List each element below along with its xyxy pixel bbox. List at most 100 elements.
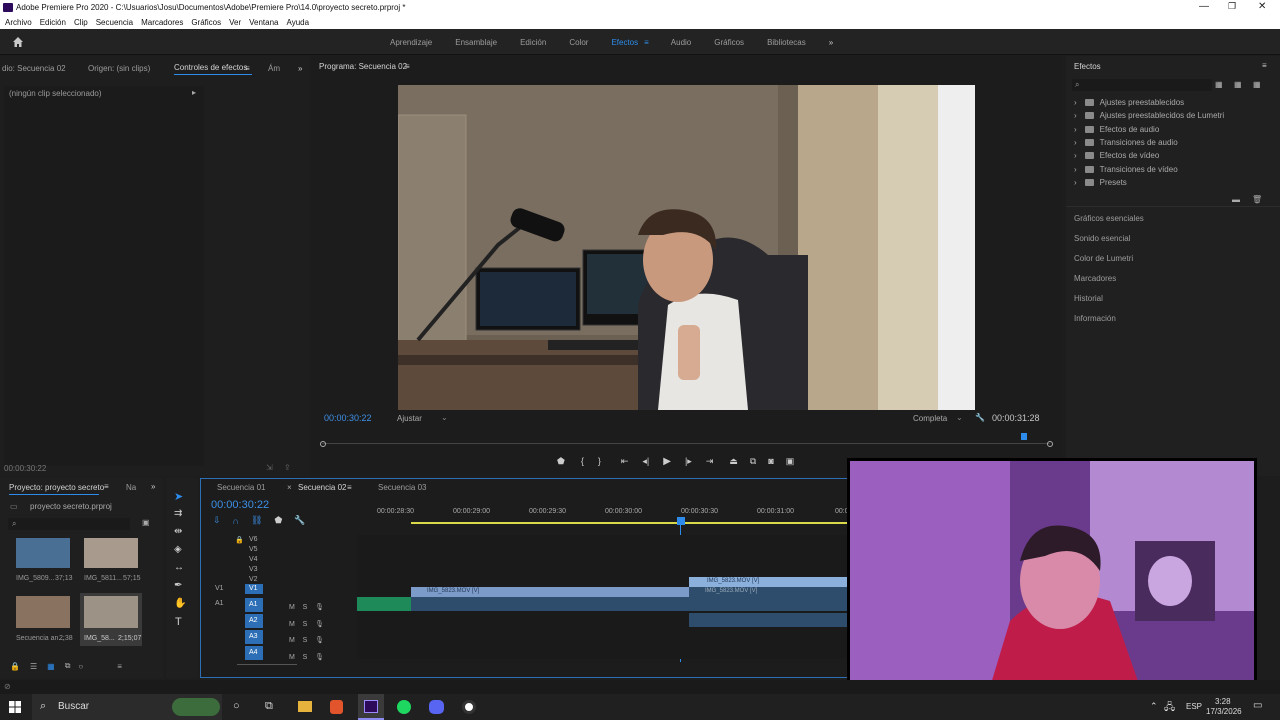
project-tab[interactable]: Proyecto: proyecto secreto xyxy=(9,483,104,494)
program-playhead[interactable] xyxy=(1021,433,1027,440)
brave-icon[interactable] xyxy=(330,700,343,714)
quality-chevron-icon[interactable]: ⌄ xyxy=(956,413,963,422)
file-explorer-icon[interactable] xyxy=(298,701,312,712)
close-tab-icon[interactable]: × xyxy=(287,483,292,492)
section-essential-graphics[interactable]: Gráficos esenciales xyxy=(1074,214,1144,223)
timeline-settings-icon[interactable]: 🔧 xyxy=(294,515,305,526)
work-area-bar[interactable] xyxy=(411,522,851,524)
program-timecode-current[interactable]: 00:00:30:22 xyxy=(324,413,372,423)
clock-time[interactable]: 3:28 xyxy=(1215,697,1231,706)
play-icon[interactable]: ▶ xyxy=(663,456,671,467)
tray-chevron-icon[interactable]: ⌃ xyxy=(1150,701,1158,712)
project-more-icon[interactable]: » xyxy=(151,482,155,491)
menu-archivo[interactable]: Archivo xyxy=(5,18,32,27)
selection-tool-icon[interactable]: ➤ xyxy=(174,490,183,503)
menu-ver[interactable]: Ver xyxy=(229,18,241,27)
ws-aprendizaje[interactable]: Aprendizaje xyxy=(390,38,432,47)
nest-icon[interactable]: ⇩ xyxy=(213,515,221,526)
effects-menu-icon[interactable]: ≡ xyxy=(1262,61,1267,70)
mute-button[interactable]: M xyxy=(289,621,295,628)
scrubber-start-handle[interactable] xyxy=(320,441,326,447)
icon-view-icon[interactable]: ▦ xyxy=(47,662,55,671)
mic-icon[interactable]: 🎙 xyxy=(315,654,324,661)
track-target-a2[interactable]: A2 xyxy=(245,614,263,628)
clip-thumbnail[interactable] xyxy=(16,538,70,568)
freeform-view-icon[interactable]: ⧉ xyxy=(65,661,71,671)
filter-icon[interactable]: ⇲ xyxy=(266,463,273,472)
fx-folder-lumetri[interactable]: › Ajustes preestablecidos de Lumetri xyxy=(1074,109,1224,122)
tab-source[interactable]: Origen: (sin clips) xyxy=(88,64,150,73)
sort-icon[interactable]: ≡ xyxy=(117,662,122,671)
new-bin-icon[interactable]: ▬ xyxy=(1232,195,1240,204)
mute-button[interactable]: M xyxy=(289,604,295,611)
section-markers[interactable]: Marcadores xyxy=(1074,274,1116,283)
fit-chevron-icon[interactable]: ⌄ xyxy=(441,413,448,422)
ripple-edit-tool-icon[interactable]: ⇹ xyxy=(174,526,182,537)
go-to-out-icon[interactable]: ⇥ xyxy=(706,456,714,467)
scrubber-end-handle[interactable] xyxy=(1047,441,1053,447)
snap-icon[interactable]: ∩ xyxy=(233,516,239,526)
menu-graficos[interactable]: Gráficos xyxy=(191,18,221,27)
ws-efectos[interactable]: Efectos xyxy=(611,38,638,47)
timeline-zoom-bar[interactable] xyxy=(237,664,297,665)
pen-tool-icon[interactable]: ✒ xyxy=(174,580,182,591)
compare-icon[interactable]: ▣ xyxy=(786,456,795,467)
mark-out-icon[interactable]: } xyxy=(598,456,601,466)
quality-select[interactable]: Completa xyxy=(913,414,947,423)
time-ruler[interactable]: 00:00:28:30 00:00:29:00 00:00:29:30 00:0… xyxy=(357,505,851,525)
section-history[interactable]: Historial xyxy=(1074,294,1103,303)
ws-graficos[interactable]: Gráficos xyxy=(714,38,744,47)
hand-tool-icon[interactable]: ✋ xyxy=(174,598,186,609)
network-icon[interactable]: 🖧 xyxy=(1164,700,1175,717)
32bit-effects-icon[interactable]: ▦ xyxy=(1234,80,1242,89)
fit-select[interactable]: Ajustar xyxy=(397,414,422,423)
fx-folder-user-presets[interactable]: › Presets xyxy=(1074,176,1127,189)
lock-icon[interactable]: 🔒 xyxy=(10,662,20,671)
premiere-taskbar-button[interactable] xyxy=(358,694,384,720)
timeline-menu-icon[interactable]: ≡ xyxy=(347,483,352,492)
obs-icon[interactable] xyxy=(462,700,476,714)
lift-icon[interactable]: ⏏ xyxy=(729,456,738,467)
solo-button[interactable]: S xyxy=(303,621,308,628)
solo-button[interactable]: S xyxy=(303,637,308,644)
tab-audio-mixer[interactable]: dio: Secuencia 02 xyxy=(2,64,66,73)
ws-ensamblaje[interactable]: Ensamblaje xyxy=(455,38,497,47)
accelerated-effects-icon[interactable]: ▦ xyxy=(1215,80,1223,89)
step-back-icon[interactable]: ◂| xyxy=(642,456,649,467)
type-tool-icon[interactable]: T xyxy=(175,616,182,628)
add-marker-icon[interactable]: ⬟ xyxy=(557,456,565,467)
fx-folder-video-transitions[interactable]: › Transiciones de vídeo xyxy=(1074,163,1178,176)
track-target-v1[interactable]: V1 xyxy=(245,584,263,594)
menu-edicion[interactable]: Edición xyxy=(40,18,66,27)
spotify-icon[interactable] xyxy=(397,700,411,714)
selected-clip-card[interactable]: IMG_58... 2;15;07 xyxy=(80,593,142,646)
section-lumetri-color[interactable]: Color de Lumetri xyxy=(1074,254,1133,263)
timeline-timecode[interactable]: 00:00:30:22 xyxy=(211,499,269,511)
export-frame-icon[interactable]: ◙ xyxy=(768,456,773,466)
discord-icon[interactable] xyxy=(429,700,444,714)
tab-secuencia-01[interactable]: Secuencia 01 xyxy=(217,483,265,492)
add-marker-icon[interactable]: ⬟ xyxy=(274,515,282,526)
project-search-input[interactable]: ⌕ xyxy=(8,518,130,530)
program-tab[interactable]: Programa: Secuencia 02 xyxy=(319,62,407,73)
track-target-a1[interactable]: A1 xyxy=(245,598,263,612)
track-target-a4[interactable]: A4 xyxy=(245,646,263,660)
settings-wrench-icon[interactable]: 🔧 xyxy=(975,413,985,422)
home-icon[interactable] xyxy=(12,36,24,48)
new-bin-icon[interactable]: ▣ xyxy=(142,518,150,527)
delete-icon[interactable]: 🗑 xyxy=(1252,195,1262,204)
fx-folder-presets[interactable]: › Ajustes preestablecidos xyxy=(1074,96,1184,109)
audio-clip[interactable] xyxy=(411,597,691,611)
mark-in-icon[interactable]: { xyxy=(581,456,584,466)
mute-button[interactable]: M xyxy=(289,637,295,644)
program-menu-icon[interactable]: ≡ xyxy=(405,62,410,71)
section-info[interactable]: Información xyxy=(1074,314,1116,323)
fx-folder-video-effects[interactable]: › Efectos de vídeo xyxy=(1074,149,1159,162)
mute-button[interactable]: M xyxy=(289,654,295,661)
fx-folder-audio-transitions[interactable]: › Transiciones de audio xyxy=(1074,136,1178,149)
ws-color[interactable]: Color xyxy=(569,38,588,47)
tab-lumetri-scopes[interactable]: Ám xyxy=(268,64,280,73)
slip-tool-icon[interactable]: ↔ xyxy=(174,562,184,573)
video-clip[interactable]: IMG_5823.MOV [V] xyxy=(411,587,691,597)
ws-audio[interactable]: Audio xyxy=(671,38,691,47)
